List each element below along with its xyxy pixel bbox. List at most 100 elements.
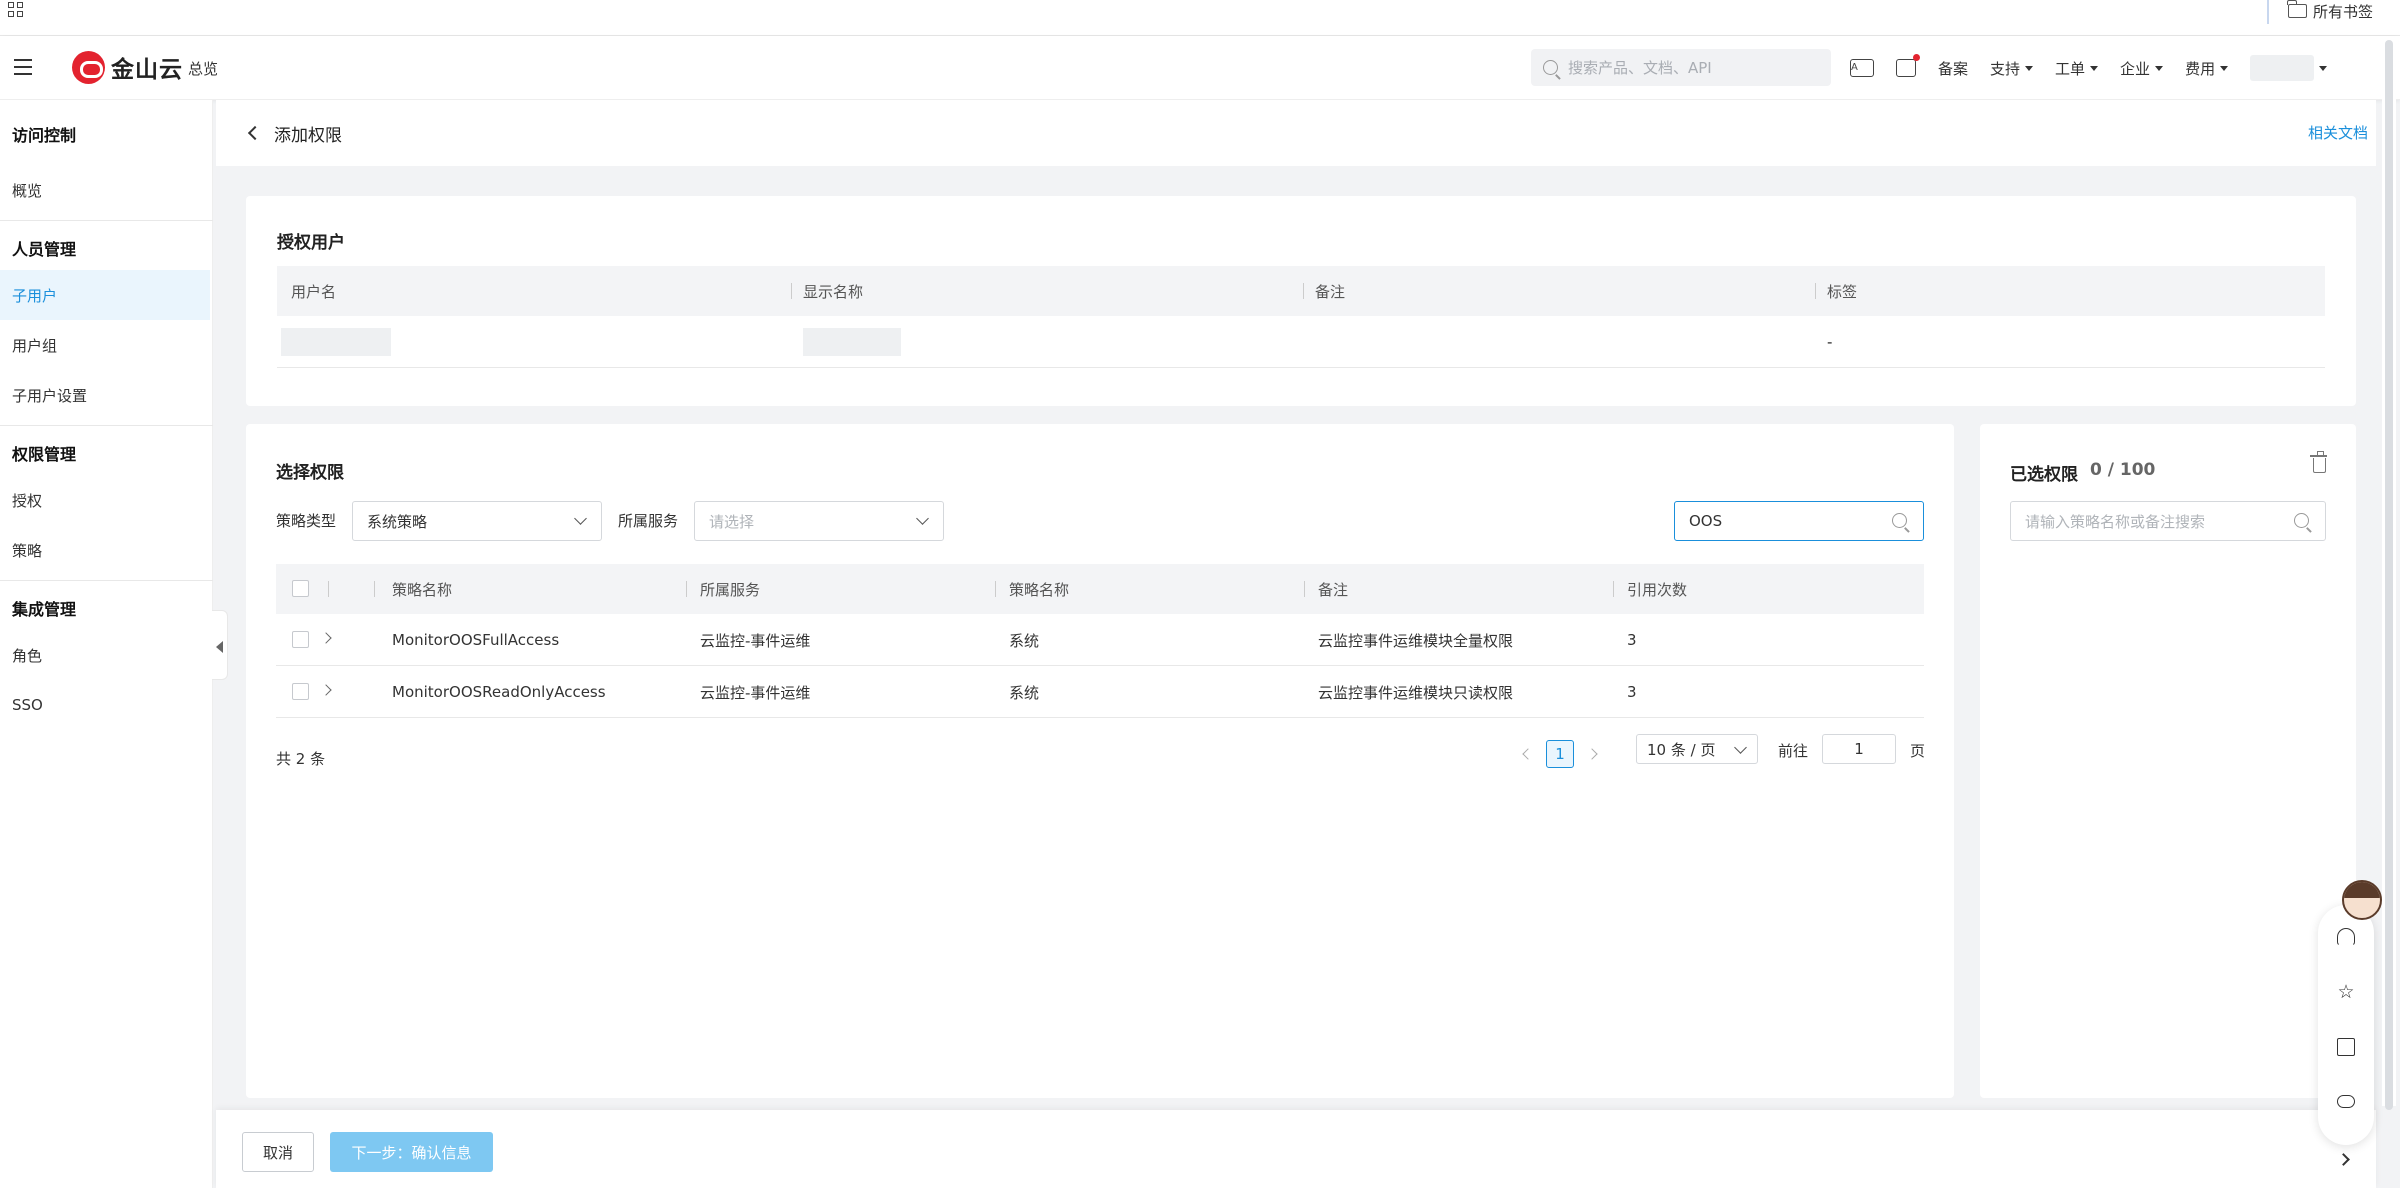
related-docs-link[interactable]: 相关文档 — [2308, 122, 2368, 143]
type-cell: 系统 — [1009, 631, 1040, 650]
nav-support[interactable]: 支持 — [1990, 58, 2034, 79]
next-page-icon[interactable] — [1586, 748, 1598, 760]
col-remark: 备注 — [1318, 580, 1349, 599]
cloud-icon[interactable] — [2337, 1095, 2355, 1108]
goto-page-input[interactable]: 1 — [1822, 734, 1896, 764]
service-placeholder: 请选择 — [709, 512, 755, 531]
next-confirm-button[interactable]: 下一步：确认信息 — [330, 1132, 493, 1172]
service-cell: 云监控-事件运维 — [700, 683, 811, 702]
col-separator — [791, 283, 792, 299]
translate-icon[interactable]: A — [1850, 59, 1874, 77]
search-icon[interactable] — [1892, 513, 1907, 528]
nav-billing-label: 费用 — [2185, 59, 2216, 78]
row-checkbox[interactable] — [292, 631, 309, 648]
sidebar-section-permissions: 权限管理 — [12, 445, 77, 464]
caret-down-icon — [2025, 65, 2034, 71]
chevron-down-icon — [1734, 741, 1747, 754]
chevron-down-icon — [574, 512, 587, 525]
sidebar-divider — [0, 220, 213, 221]
global-search-input[interactable] — [1568, 58, 1808, 77]
trash-icon[interactable] — [2310, 451, 2327, 473]
table-row[interactable]: MonitorOOSReadOnlyAccess 云监控-事件运维 系统 云监控… — [276, 666, 1924, 718]
page-size-select[interactable]: 10 条 / 页 — [1636, 734, 1758, 764]
col-service: 所属服务 — [700, 580, 761, 599]
footer-bar: 取消 下一步：确认信息 — [216, 1110, 2376, 1188]
menu-icon[interactable] — [14, 59, 32, 75]
star-icon[interactable]: ☆ — [2337, 983, 2355, 1002]
sidebar-item-role[interactable]: 角色 — [0, 630, 210, 680]
back-arrow-icon[interactable] — [247, 125, 263, 141]
auth-user-title: 授权用户 — [277, 233, 345, 253]
logo[interactable]: 金山云 — [72, 50, 183, 84]
table-row[interactable]: MonitorOOSFullAccess 云监控-事件运维 系统 云监控事件运维… — [276, 614, 1924, 666]
assistant-avatar[interactable] — [2342, 880, 2382, 920]
cloud-logo-icon — [72, 50, 105, 84]
sidebar-collapse-button[interactable] — [212, 610, 228, 680]
sidebar-item-usergroup[interactable]: 用户组 — [0, 320, 210, 370]
select-permission-card: 选择权限 策略类型 系统策略 所属服务 请选择 OOS 策略名称 所属服务 策略… — [246, 424, 1954, 1098]
col-tag: 标签 — [1827, 282, 1858, 301]
chevron-right-icon[interactable] — [320, 684, 332, 696]
nav-ticket[interactable]: 工单 — [2055, 58, 2099, 79]
col-username: 用户名 — [291, 282, 337, 301]
all-bookmarks-button[interactable]: 所有书签 — [2287, 0, 2374, 22]
sidebar-item-policy[interactable]: 策略 — [0, 525, 210, 575]
selected-search-input[interactable]: 请输入策略名称或备注搜索 — [2010, 501, 2326, 541]
nav-enterprise[interactable]: 企业 — [2120, 58, 2164, 79]
row-checkbox[interactable] — [292, 683, 309, 700]
sidebar-item-sso[interactable]: SSO — [0, 680, 210, 730]
sidebar-divider — [0, 580, 213, 581]
nav-ticket-label: 工单 — [2055, 59, 2086, 78]
sidebar-item-subuser-settings[interactable]: 子用户设置 — [0, 370, 210, 420]
chevron-down-icon — [916, 512, 929, 525]
top-navigation: 金山云 总览 A 备案 支持 工单 企业 费用 — [0, 36, 2400, 100]
chevron-right-icon[interactable] — [320, 632, 332, 644]
selected-title: 已选权限 — [2010, 465, 2078, 485]
selected-search-placeholder: 请输入策略名称或备注搜索 — [2025, 512, 2206, 531]
floating-panel: ☆ — [2318, 905, 2374, 1166]
policy-type-select[interactable]: 系统策略 — [352, 501, 602, 541]
policy-search-input[interactable]: OOS — [1674, 501, 1924, 541]
global-search[interactable] — [1531, 49, 1831, 86]
col-separator — [1304, 581, 1305, 597]
page-header: 添加权限 相关文档 — [216, 100, 2376, 166]
apps-grid-icon[interactable] — [8, 2, 28, 22]
col-separator — [374, 581, 375, 597]
cancel-button[interactable]: 取消 — [242, 1132, 314, 1172]
sidebar-item-grant[interactable]: 授权 — [0, 475, 210, 525]
col-separator — [686, 581, 687, 597]
service-select[interactable]: 请选择 — [694, 501, 944, 541]
page-scrollbar[interactable] — [2382, 36, 2396, 1110]
message-icon[interactable] — [1896, 54, 1920, 77]
col-ref-count: 引用次数 — [1627, 580, 1688, 599]
account-menu[interactable] — [2250, 55, 2328, 81]
nav-billing[interactable]: 费用 — [2185, 58, 2229, 79]
remark-cell: 云监控事件运维模块全量权限 — [1318, 631, 1514, 650]
avatar — [2250, 55, 2315, 81]
col-policy-type: 策略名称 — [1009, 580, 1070, 599]
sidebar-item-subuser[interactable]: 子用户 — [0, 270, 210, 320]
page-size-value: 10 条 / 页 — [1647, 740, 1716, 759]
all-bookmarks-label: 所有书签 — [2313, 2, 2374, 21]
prev-page-icon[interactable] — [1522, 748, 1534, 760]
ref-count-cell: 3 — [1627, 683, 1637, 701]
overview-link[interactable]: 总览 — [188, 58, 218, 79]
page-number-current[interactable]: 1 — [1546, 740, 1574, 768]
caret-down-icon — [2155, 65, 2164, 71]
pagination: 1 — [1522, 736, 1598, 772]
col-policy-name: 策略名称 — [392, 580, 453, 599]
headset-icon[interactable] — [2337, 928, 2355, 946]
select-all-checkbox[interactable] — [292, 580, 309, 597]
nav-record[interactable]: 备案 — [1938, 58, 1968, 79]
search-icon[interactable] — [2294, 513, 2309, 528]
sidebar-item-overview[interactable]: 概览 — [0, 165, 210, 215]
folder-icon — [2287, 0, 2307, 18]
col-separator — [1815, 283, 1816, 299]
document-icon[interactable] — [2337, 1038, 2355, 1056]
scrollbar-thumb[interactable] — [2385, 40, 2393, 1110]
selected-permission-card: 已选权限 0 / 100 请输入策略名称或备注搜索 — [1980, 424, 2356, 1098]
sidebar-section-people: 人员管理 — [12, 240, 77, 259]
page-suffix: 页 — [1910, 742, 1926, 760]
nav-support-label: 支持 — [1990, 59, 2021, 78]
col-separator — [1303, 283, 1304, 299]
